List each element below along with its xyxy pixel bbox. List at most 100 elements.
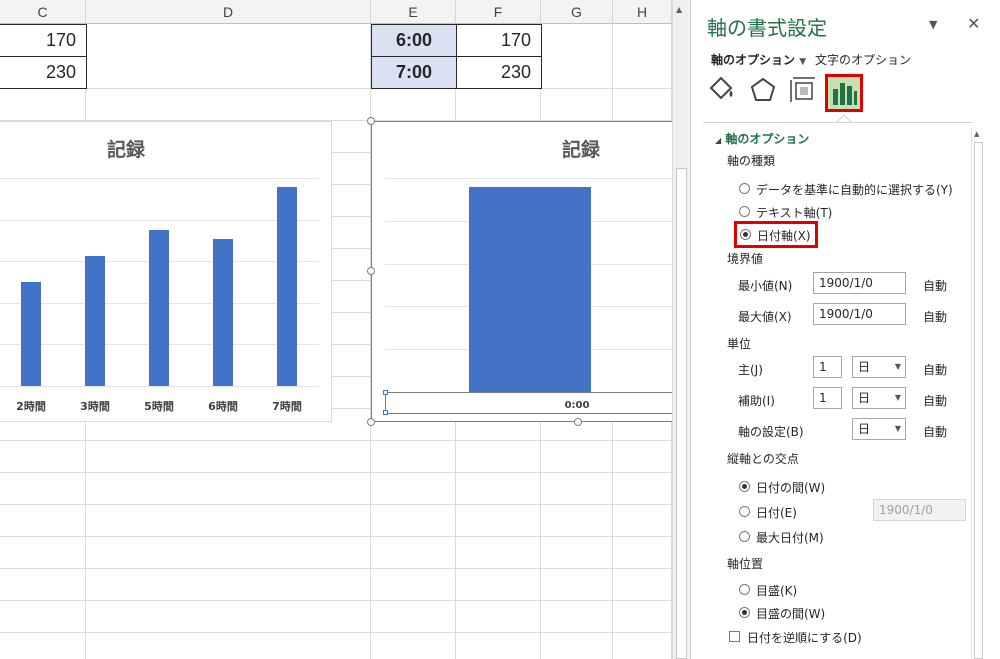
- major-input[interactable]: 1: [813, 356, 842, 378]
- chart-bar[interactable]: [469, 186, 591, 392]
- cell-e-1[interactable]: 6:00: [371, 24, 457, 57]
- min-label: 最小値(N): [738, 279, 793, 293]
- chart-left[interactable]: 記録 2時間 3時間 5時間 6時間 7時間: [0, 121, 332, 422]
- grid-row-line: [0, 568, 672, 569]
- units-label: 単位: [727, 337, 752, 351]
- radio-cross-between[interactable]: [739, 481, 750, 492]
- chart-bar[interactable]: [149, 230, 169, 386]
- max-input[interactable]: 1900/1/0: [813, 303, 906, 325]
- cell-c-1[interactable]: 170: [0, 24, 87, 57]
- base-unit-select[interactable]: 日 ▼: [852, 418, 906, 440]
- chart-right-title: 記録: [562, 139, 601, 161]
- chart-xlabel: 7時間: [272, 400, 302, 413]
- chart-xlabel: 2時間: [16, 400, 46, 413]
- major-label: 主(J): [738, 363, 763, 377]
- column-header-f[interactable]: F: [456, 0, 541, 24]
- fill-line-button[interactable]: [705, 74, 743, 112]
- chart-left-title: 記録: [107, 139, 146, 161]
- resize-handle[interactable]: [367, 117, 375, 125]
- radio-cross-date[interactable]: [739, 506, 750, 517]
- resize-handle[interactable]: [367, 418, 375, 426]
- sheet-scrollbar[interactable]: ▲: [672, 0, 690, 659]
- grid-row-line: [0, 440, 672, 441]
- tab-axis-options-label: 軸のオプション: [711, 53, 796, 67]
- chart-bar[interactable]: [21, 282, 41, 386]
- position-label: 軸位置: [727, 557, 764, 571]
- chevron-down-icon: ▼: [894, 362, 901, 371]
- radio-axis-text[interactable]: [739, 206, 750, 217]
- size-properties-button[interactable]: [787, 74, 825, 112]
- effects-button[interactable]: [747, 74, 785, 112]
- radio-cross-max[interactable]: [739, 531, 750, 542]
- chevron-down-icon[interactable]: ▼: [929, 18, 937, 31]
- scroll-up-icon[interactable]: ▲: [974, 130, 979, 138]
- chart-right[interactable]: 記録 0:00: [371, 121, 672, 422]
- column-header-c[interactable]: C: [0, 0, 86, 24]
- pane-scrollbar[interactable]: ▲: [971, 128, 985, 659]
- base-auto[interactable]: 自動: [923, 423, 947, 440]
- cell-f-2[interactable]: 230: [456, 56, 542, 89]
- minor-unit-value: 日: [858, 391, 871, 405]
- scroll-thumb[interactable]: [676, 168, 687, 659]
- grid-row-line: [0, 600, 672, 601]
- radio-cross-max-label: 最大日付(M): [756, 531, 824, 545]
- column-header-d[interactable]: D: [86, 0, 371, 24]
- section-label: 軸のオプション: [725, 132, 810, 146]
- chart-right-axis-selection[interactable]: [383, 390, 672, 415]
- cross-date-input[interactable]: 1900/1/0: [873, 499, 966, 521]
- min-auto[interactable]: 自動: [923, 277, 947, 294]
- chart-gridline: [0, 219, 319, 221]
- axis-options-button[interactable]: [825, 74, 863, 112]
- bar-chart-icon: [833, 83, 857, 105]
- pane-scroll-thumb[interactable]: [974, 142, 983, 659]
- reverse-dates-label: 日付を逆順にする(D): [747, 631, 862, 645]
- section-axis-options[interactable]: ◢ 軸のオプション: [715, 130, 809, 147]
- minor-input[interactable]: 1: [813, 387, 842, 409]
- column-header-g[interactable]: G: [541, 0, 613, 24]
- radio-axis-auto-label: データを基準に自動的に選択する(Y): [756, 183, 953, 197]
- size-properties-icon: [790, 77, 815, 102]
- tab-text-options[interactable]: 文字のオプション: [815, 51, 911, 68]
- axis-handle[interactable]: [383, 390, 388, 395]
- chevron-down-icon: ▼: [799, 57, 807, 67]
- chevron-down-icon: ▼: [894, 424, 901, 433]
- worksheet[interactable]: CDEFGH 170 230 6:00 7:00 170 230 記録 2時間 3…: [0, 0, 672, 659]
- cell-c-2[interactable]: 230: [0, 56, 87, 89]
- close-icon[interactable]: ✕: [967, 14, 980, 33]
- scroll-up-icon[interactable]: ▲: [676, 5, 682, 14]
- column-header-h[interactable]: H: [613, 0, 672, 24]
- radio-on-tick[interactable]: [739, 584, 750, 595]
- chart-bar[interactable]: [213, 238, 233, 386]
- major-auto[interactable]: 自動: [923, 361, 947, 378]
- major-unit-value: 日: [858, 360, 871, 374]
- format-axis-pane: 軸の書式設定 ▼ ✕ 軸のオプション ▼ 文字のオプション ▲ ◢ 軸のオプショ…: [690, 0, 1000, 659]
- chart-right-xlabel: 0:00: [564, 400, 590, 411]
- column-header-e[interactable]: E: [371, 0, 456, 24]
- bounds-label: 境界値: [727, 252, 764, 266]
- chart-bar[interactable]: [85, 256, 105, 386]
- chart-xlabel: 6時間: [208, 400, 238, 413]
- chart-xlabel: 5時間: [144, 400, 174, 413]
- resize-handle[interactable]: [367, 267, 375, 275]
- radio-between-tick[interactable]: [739, 607, 750, 618]
- max-label: 最大値(X): [738, 310, 792, 324]
- chevron-down-icon: ▼: [894, 393, 901, 402]
- cell-f-1[interactable]: 170: [456, 24, 542, 57]
- cell-e-2[interactable]: 7:00: [371, 56, 457, 89]
- radio-between-tick-label: 目盛の間(W): [756, 607, 826, 621]
- minor-auto[interactable]: 自動: [923, 392, 947, 409]
- max-auto[interactable]: 自動: [923, 308, 947, 325]
- minor-unit-select[interactable]: 日 ▼: [852, 387, 906, 409]
- major-unit-select[interactable]: 日 ▼: [852, 356, 906, 378]
- radio-axis-auto[interactable]: [739, 183, 750, 194]
- chart-bar[interactable]: [277, 186, 297, 386]
- collapse-triangle-icon: ◢: [715, 136, 722, 145]
- tab-axis-options[interactable]: 軸のオプション ▼: [711, 51, 806, 68]
- axis-handle[interactable]: [383, 410, 388, 415]
- min-input[interactable]: 1900/1/0: [813, 272, 906, 294]
- grid-row-line: [0, 88, 672, 89]
- base-unit-value: 日: [858, 422, 871, 436]
- resize-handle[interactable]: [574, 418, 582, 426]
- radio-on-tick-label: 目盛(K): [756, 584, 798, 598]
- reverse-dates-checkbox[interactable]: [729, 631, 740, 642]
